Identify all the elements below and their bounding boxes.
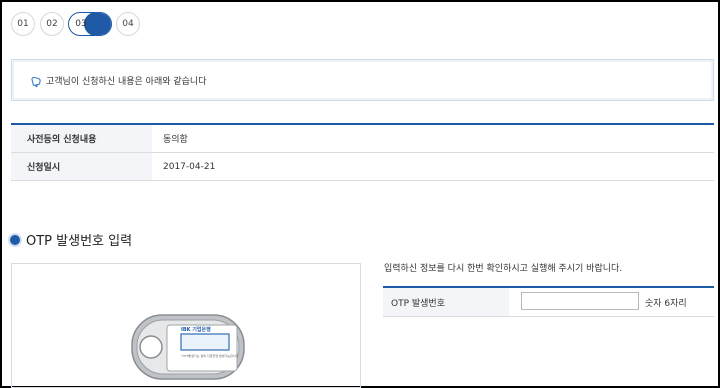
otp-number-input[interactable] bbox=[521, 292, 639, 310]
row-label: 사전등의 신청내용 bbox=[11, 125, 152, 152]
step-label: 02 bbox=[46, 19, 58, 29]
otp-device-icon bbox=[131, 314, 245, 380]
step-04: 04 bbox=[116, 12, 140, 36]
step-label: 03 bbox=[75, 19, 87, 29]
otp-input-table: OTP 발생번호 숫자 6자리 bbox=[383, 286, 714, 317]
otp-brand-label: IBK 기업은행 bbox=[181, 327, 211, 333]
table-row: 사전등의 신청내용 동의함 bbox=[11, 125, 714, 153]
step-03-active: 03 bbox=[68, 12, 112, 36]
step-01: 01 bbox=[11, 12, 35, 36]
otp-field-label: OTP 발생번호 bbox=[383, 288, 509, 316]
otp-section-title: OTP 발생번호 입력 bbox=[10, 230, 132, 249]
row-value: 동의함 bbox=[163, 135, 188, 145]
step-label: 01 bbox=[17, 19, 29, 29]
row-value: 2017-04-21 bbox=[163, 161, 216, 172]
notice-box: 고객님이 신청하신 내용은 아래와 같습니다 bbox=[11, 59, 714, 101]
otp-device-caption: *OTP발생기는 팔찌 다양한형 발생가능합니다 bbox=[181, 354, 239, 358]
table-row: 신청일시 2017-04-21 bbox=[11, 153, 714, 181]
section-title-text: OTP 발생번호 입력 bbox=[26, 234, 133, 249]
otp-device-image-box: IBK 기업은행 *OTP발생기는 팔찌 다양한형 발생가능합니다 bbox=[11, 263, 361, 388]
otp-digit-hint: 숫자 6자리 bbox=[645, 298, 687, 309]
step-02: 02 bbox=[40, 12, 64, 36]
guide-text: 입력하신 정보를 다시 한번 확인하시고 실행해 주시기 바랍니다. bbox=[384, 264, 623, 274]
table-row: OTP 발생번호 숫자 6자리 bbox=[383, 288, 714, 317]
notice-text: 고객님이 신청하신 내용은 아래와 같습니다 bbox=[46, 77, 207, 87]
bell-icon bbox=[30, 73, 42, 92]
step-label: 04 bbox=[122, 19, 134, 29]
section-bullet-icon bbox=[10, 234, 20, 245]
application-info-table: 사전등의 신청내용 동의함 신청일시 2017-04-21 bbox=[11, 123, 714, 181]
row-label: 신청일시 bbox=[11, 153, 152, 180]
